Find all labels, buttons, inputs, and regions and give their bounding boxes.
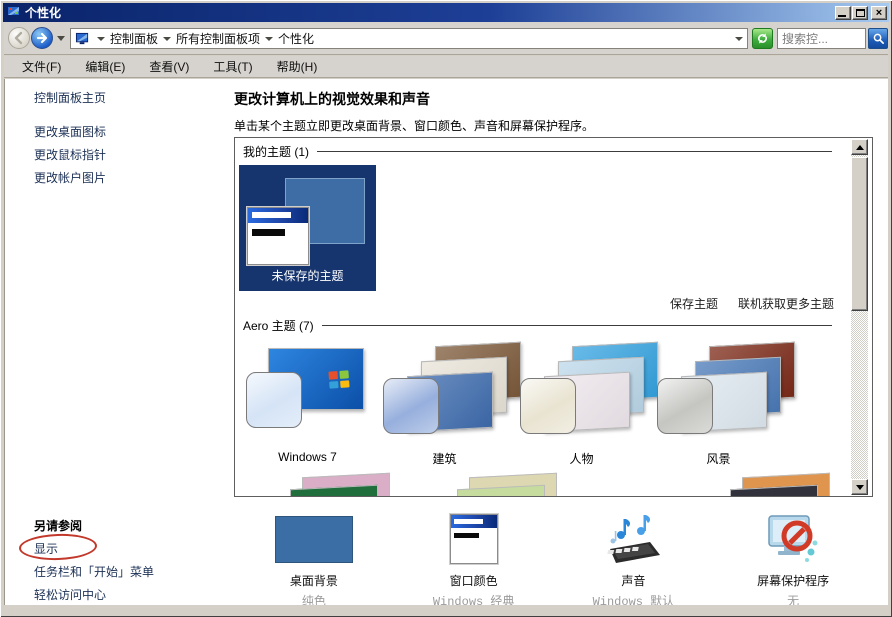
breadcrumb-separator-icon[interactable] <box>163 37 171 41</box>
sidebar-item-change-mouse-pointers[interactable]: 更改鼠标指针 <box>34 146 106 163</box>
recent-pages-dropdown-icon[interactable] <box>57 36 65 41</box>
see-also-display-link[interactable]: 显示 <box>34 540 58 557</box>
see-also-ease-of-access-link[interactable]: 轻松访问中心 <box>34 586 106 603</box>
theme-thumbnail <box>246 342 370 438</box>
theme-name: Windows 7 <box>278 450 337 464</box>
glass-square <box>520 378 576 434</box>
screen-saver-value: 无 <box>787 592 799 605</box>
breadcrumb-control-panel[interactable]: 控制面板 <box>110 30 158 47</box>
save-theme-link[interactable]: 保存主题 <box>670 295 718 312</box>
my-themes-header: 我的主题 (1) <box>243 144 832 159</box>
close-button[interactable]: × <box>871 6 887 20</box>
classic-window-preview <box>247 207 309 265</box>
search-button[interactable] <box>868 28 888 49</box>
breadcrumb-dropdown-icon[interactable] <box>97 37 105 41</box>
sidebar-item-control-panel-home[interactable]: 控制面板主页 <box>34 89 106 106</box>
refresh-icon <box>756 32 769 45</box>
desktop-background-button[interactable]: 桌面背景 纯色 <box>234 511 394 605</box>
desktop-background-icon <box>275 516 353 563</box>
back-arrow-icon <box>12 31 26 45</box>
aero-themes-header: Aero 主题 (7) <box>243 318 832 333</box>
menu-file[interactable]: 文件(F) <box>10 55 73 78</box>
scroll-down-button[interactable] <box>851 479 868 495</box>
breadcrumb-all-items[interactable]: 所有控制面板项 <box>176 30 260 47</box>
theme-name: 建筑 <box>432 450 456 467</box>
themes-panel: 我的主题 (1) 未保存的主题 保存主题 联机获取更多主题 Aero 主题 (7… <box>234 137 873 497</box>
page-title: 更改计算机上的视觉效果和声音 <box>234 89 430 109</box>
title-bar: 个性化 × <box>3 3 889 22</box>
sounds-value: Windows 默认 <box>593 592 675 605</box>
back-button[interactable] <box>8 27 30 49</box>
sounds-icon <box>604 513 662 565</box>
theme-tile-unsaved[interactable]: 未保存的主题 <box>239 165 376 291</box>
glass-square <box>657 378 713 434</box>
forward-button[interactable] <box>31 27 53 49</box>
get-more-themes-link[interactable]: 联机获取更多主题 <box>738 295 834 312</box>
menu-tools[interactable]: 工具(T) <box>201 55 264 78</box>
theme-landscapes[interactable]: 风景 <box>650 342 787 467</box>
screen-saver-icon <box>766 512 820 567</box>
scroll-up-button[interactable] <box>851 139 868 155</box>
theme-name: 人物 <box>569 450 593 467</box>
window-color-button[interactable]: 窗口颜色 Windows 经典 <box>394 511 554 605</box>
glass-square <box>383 378 439 434</box>
address-bar[interactable]: 控制面板 所有控制面板项 个性化 <box>70 28 748 49</box>
window-color-value: Windows 经典 <box>433 592 515 605</box>
theme-thumbnail <box>383 342 507 438</box>
sidebar-item-change-desktop-icons[interactable]: 更改桌面图标 <box>34 123 106 140</box>
theme-architecture[interactable]: 建筑 <box>376 342 513 467</box>
menu-help[interactable]: 帮助(H) <box>265 55 330 78</box>
breadcrumb-separator-icon[interactable] <box>265 37 273 41</box>
theme-thumbnail-partial[interactable] <box>290 471 394 497</box>
personalization-window: 个性化 × 控制面板 所有控制面板项 <box>0 0 892 617</box>
desktop-background-value: 纯色 <box>302 592 326 605</box>
screen-saver-button[interactable]: 屏幕保护程序 无 <box>713 511 873 605</box>
theme-thumbnail-partial[interactable] <box>730 471 834 497</box>
maximize-button[interactable] <box>852 6 868 20</box>
refresh-button[interactable] <box>752 28 773 49</box>
search-input[interactable] <box>778 29 865 48</box>
vertical-scrollbar[interactable] <box>851 139 868 495</box>
sounds-button[interactable]: 声音 Windows 默认 <box>554 511 714 605</box>
see-also-taskbar-link[interactable]: 任务栏和「开始」菜单 <box>34 563 154 580</box>
theme-tile-label: 未保存的主题 <box>239 267 376 284</box>
window-icon <box>6 5 22 20</box>
theme-characters[interactable]: 人物 <box>513 342 650 467</box>
theme-links: 保存主题 联机获取更多主题 <box>670 295 834 312</box>
theme-name: 风景 <box>706 450 730 467</box>
window-color-icon <box>450 514 498 564</box>
minimize-button[interactable] <box>835 6 851 20</box>
search-icon <box>872 32 885 45</box>
personalization-icon <box>75 32 90 46</box>
forward-arrow-icon <box>35 31 49 45</box>
navigation-toolbar: 控制面板 所有控制面板项 个性化 <box>4 22 888 55</box>
glass-square <box>246 372 302 428</box>
window-title: 个性化 <box>25 4 834 22</box>
sidebar-item-change-account-picture[interactable]: 更改帐户图片 <box>34 169 106 186</box>
aero-theme-row: Windows 7 建筑 人物 <box>239 342 787 467</box>
see-also-header: 另请参阅 <box>34 517 82 534</box>
menu-edit[interactable]: 编辑(E) <box>73 55 137 78</box>
search-box[interactable] <box>777 28 866 49</box>
windows-logo-icon <box>328 370 349 388</box>
theme-thumbnail <box>657 342 781 438</box>
scrollbar-thumb[interactable] <box>851 157 868 311</box>
theme-windows7[interactable]: Windows 7 <box>239 342 376 467</box>
client-area: 控制面板主页 更改桌面图标 更改鼠标指针 更改帐户图片 更改计算机上的视觉效果和… <box>4 79 888 605</box>
theme-thumbnail-partial[interactable] <box>457 471 561 497</box>
theme-thumbnail <box>520 342 644 438</box>
settings-row: 桌面背景 纯色 窗口颜色 Windows 经典 <box>234 511 873 605</box>
page-subtitle: 单击某个主题立即更改桌面背景、窗口颜色、声音和屏幕保护程序。 <box>234 117 594 134</box>
menu-view[interactable]: 查看(V) <box>137 55 201 78</box>
menu-bar: 文件(F) 编辑(E) 查看(V) 工具(T) 帮助(H) <box>4 56 888 78</box>
breadcrumb-personalization[interactable]: 个性化 <box>278 30 314 47</box>
address-history-dropdown-icon[interactable] <box>735 37 743 41</box>
